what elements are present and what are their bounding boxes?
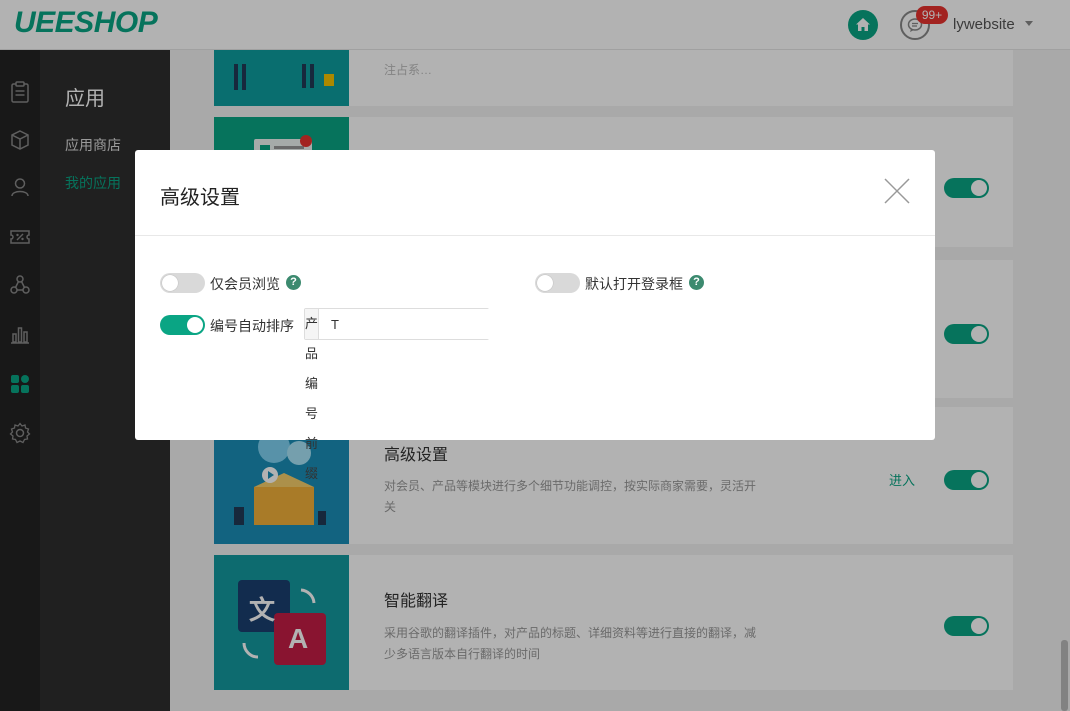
auto-sort-toggle[interactable] bbox=[160, 315, 205, 335]
product-prefix-label: 产品编号前缀 bbox=[305, 309, 320, 481]
default-login-label: 默认打开登录框 bbox=[585, 276, 683, 292]
advanced-settings-modal: 高级设置 仅会员浏览 ? 默认打开登录框 ? 编号自动排序 产品编号前缀 bbox=[135, 150, 935, 481]
members-only-label: 仅会员浏览 bbox=[210, 276, 280, 292]
default-login-toggle[interactable] bbox=[535, 273, 580, 293]
close-icon[interactable] bbox=[883, 177, 911, 205]
members-only-toggle[interactable] bbox=[160, 273, 205, 293]
help-icon[interactable]: ? bbox=[689, 275, 704, 290]
modal-header: 高级设置 bbox=[135, 150, 935, 236]
product-prefix-input[interactable] bbox=[319, 309, 508, 339]
modal-title: 高级设置 bbox=[160, 187, 240, 209]
help-icon[interactable]: ? bbox=[286, 275, 301, 290]
product-prefix-group: 产品编号前缀 bbox=[304, 308, 508, 481]
auto-sort-label: 编号自动排序 bbox=[210, 318, 294, 334]
